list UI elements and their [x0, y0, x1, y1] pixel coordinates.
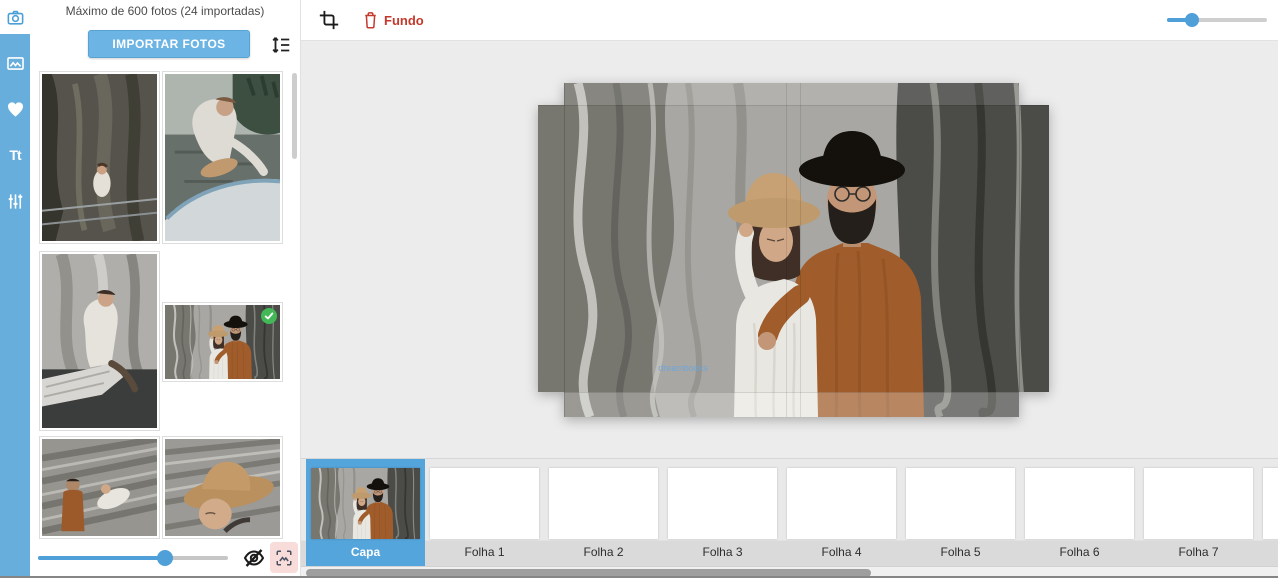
library-limit-text: Máximo de 600 fotos (24 importadas): [30, 4, 300, 18]
bleed-margin-bottom: [538, 392, 1049, 417]
watermark-text: dreambooks: [628, 363, 738, 373]
page-cell-capa[interactable]: Capa: [306, 459, 425, 566]
page-cell-folha-7[interactable]: Folha 7: [1139, 459, 1258, 566]
photo-library-panel: Máximo de 600 fotos (24 importadas) IMPO…: [30, 0, 300, 578]
fold-line-right: [1019, 83, 1020, 417]
tool-rail: Tt: [0, 0, 30, 578]
page-cell-folha-6[interactable]: Folha 6: [1020, 459, 1139, 566]
spread-canvas[interactable]: dreambooks: [301, 41, 1278, 458]
fold-line-bottom: [538, 392, 1049, 393]
rail-tab-photos-camera[interactable]: [0, 0, 30, 34]
page-thumbnail: [1025, 468, 1134, 539]
adjustments-icon: [6, 192, 25, 211]
page-thumbnail: [787, 468, 896, 539]
trash-icon: [363, 11, 378, 29]
library-scrollbar[interactable]: [292, 73, 297, 159]
library-photo-couple-cover[interactable]: [163, 303, 282, 381]
page-label: Folha 4: [782, 545, 901, 559]
bleed-margin-top: [564, 83, 1019, 105]
rail-tab-text[interactable]: Tt: [0, 138, 30, 172]
page-label: Folha 6: [1020, 545, 1139, 559]
film-strip-scrollbar[interactable]: [301, 566, 1278, 578]
camera-icon: [6, 8, 25, 27]
page-label: Capa: [306, 545, 425, 559]
page-label: Folha 2: [544, 545, 663, 559]
thumbnail-size-slider-fill: [38, 556, 165, 560]
spine-line-right: [800, 83, 801, 417]
delete-background-label: Fundo: [384, 13, 424, 28]
thumbnail-size-slider[interactable]: [38, 556, 228, 560]
photo-thumbnail-grid: [30, 0, 300, 540]
selected-check-icon: [261, 308, 277, 324]
heart-icon: [6, 100, 25, 119]
page-label: Folha 1: [425, 545, 544, 559]
crop-button[interactable]: [318, 9, 340, 31]
page-cell-folha-1[interactable]: Folha 1: [425, 459, 544, 566]
page-thumbnail: [430, 468, 539, 539]
library-photo-couple-on-rocks[interactable]: [40, 437, 159, 538]
rail-tab-layouts[interactable]: [0, 46, 30, 80]
editor-toolbar: Fundo: [301, 0, 1278, 41]
library-photo-canyon-portrait[interactable]: [40, 72, 159, 243]
library-photo-woman-hat-closeup[interactable]: [163, 437, 282, 538]
photos-icon: [6, 54, 25, 73]
canvas-zoom-slider-knob[interactable]: [1185, 13, 1199, 27]
text-icon: Tt: [9, 147, 20, 163]
library-footer-bar: [30, 540, 300, 578]
autofill-pages-button[interactable]: [270, 542, 298, 573]
fold-line-top: [538, 105, 1049, 106]
photobook-editor-window: Tt: [0, 0, 1278, 578]
page-cell-folha-2[interactable]: Folha 2: [544, 459, 663, 566]
canvas-zoom-slider[interactable]: [1167, 18, 1267, 22]
delete-background-button[interactable]: Fundo: [363, 10, 424, 30]
library-photo-woman-sitting-on-boat[interactable]: [40, 252, 159, 430]
thumbnail-size-slider-knob[interactable]: [157, 550, 173, 566]
cover-spread-artwork: dreambooks: [538, 83, 1049, 417]
crop-icon: [318, 9, 340, 31]
editor-main: Fundo dreambooks: [300, 0, 1278, 578]
eye-off-icon: [242, 546, 266, 570]
pages-film-strip: Capa Folha 1 Folha 2 Folha 3 Folha 4 Fol…: [301, 458, 1278, 566]
cover-spread[interactable]: dreambooks: [538, 83, 1049, 417]
sort-icon: [270, 34, 292, 56]
page-cell-folha-5[interactable]: Folha 5: [901, 459, 1020, 566]
page-thumbnail: [906, 468, 1015, 539]
page-thumbnail: [311, 468, 420, 539]
rail-tab-favorites[interactable]: [0, 92, 30, 126]
page-label: Folha 7: [1139, 545, 1258, 559]
page-cell-folha-4[interactable]: Folha 4: [782, 459, 901, 566]
page-thumbnail: [1263, 468, 1278, 539]
rail-tab-adjustments[interactable]: [0, 184, 30, 218]
film-strip-scrollbar-thumb[interactable]: [306, 569, 871, 577]
library-photo-boat-reaching-water[interactable]: [163, 72, 282, 243]
page-label: Folha 5: [901, 545, 1020, 559]
hide-used-photos-button[interactable]: [242, 546, 266, 570]
fold-line-left: [564, 83, 565, 417]
page-label: Folha 3: [663, 545, 782, 559]
fit-image-icon: [275, 549, 293, 567]
sort-photos-button[interactable]: [270, 34, 292, 56]
page-thumbnail: [1144, 468, 1253, 539]
spine-line-left: [786, 83, 787, 417]
page-cell-partial[interactable]: [1258, 459, 1278, 566]
page-thumbnail: [549, 468, 658, 539]
import-photos-button[interactable]: IMPORTAR FOTOS: [88, 30, 250, 58]
page-thumbnail: [668, 468, 777, 539]
page-cell-folha-3[interactable]: Folha 3: [663, 459, 782, 566]
